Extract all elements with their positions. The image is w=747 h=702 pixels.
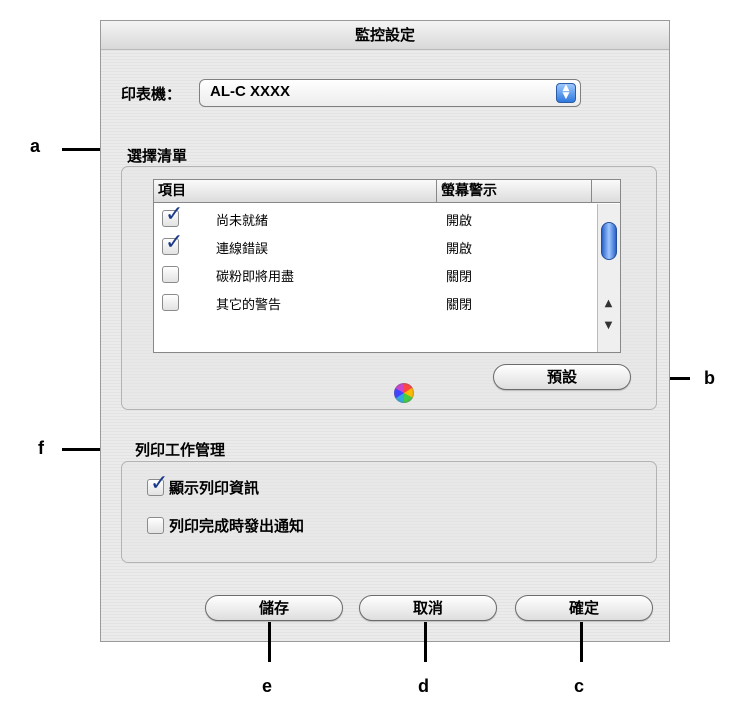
notify-on-complete-label: 列印完成時發出通知	[169, 517, 305, 535]
show-print-info-label: 顯示列印資訊	[169, 479, 260, 497]
show-print-info-checkbox[interactable]: ✓	[147, 471, 168, 496]
column-header-item[interactable]: 項目	[154, 180, 437, 202]
notify-on-complete-checkbox[interactable]	[147, 517, 164, 534]
row-item-name: 連線錯誤	[216, 242, 269, 257]
popup-arrows-icon: ▲ ▼	[556, 83, 576, 103]
ok-button[interactable]: 確定	[515, 595, 653, 621]
printer-select-value: AL-C XXXX	[210, 83, 291, 100]
list-row[interactable]: 其它的警告 關閉	[154, 288, 594, 316]
row-checkbox[interactable]	[162, 294, 179, 311]
row-item-name: 尚未就緒	[216, 214, 269, 229]
show-print-info-option[interactable]: ✓ 顯示列印資訊	[147, 471, 447, 499]
row-item-name: 碳粉即將用盡	[216, 270, 295, 285]
callout-e-line	[268, 622, 271, 662]
checkmark-icon: ✓	[165, 230, 184, 255]
alert-list: 項目 螢幕警示 ✓ 尚未就緒 開啟 ✓ 連線錯誤 開啟 碳粉即將用盡 關閉 其它…	[153, 179, 621, 353]
row-checkbox[interactable]	[162, 266, 179, 283]
scroll-up-arrow-icon[interactable]: ▲	[601, 296, 616, 312]
list-row[interactable]: 碳粉即將用盡 關閉	[154, 260, 594, 288]
job-management-title: 列印工作管理	[135, 441, 226, 459]
row-item-name: 其它的警告	[216, 298, 282, 313]
callout-f: f	[38, 438, 44, 458]
callout-a: a	[30, 136, 41, 156]
dialog-title: 監控設定	[101, 21, 669, 50]
list-header: 項目 螢幕警示	[154, 180, 620, 203]
callout-b: b	[704, 368, 715, 388]
column-header-alert[interactable]: 螢幕警示	[437, 180, 592, 202]
row-alert-state: 關閉	[446, 298, 473, 313]
row-alert-state: 開啟	[446, 214, 473, 229]
callout-c-line	[580, 622, 583, 662]
default-button[interactable]: 預設	[493, 364, 631, 390]
checkmark-icon: ✓	[165, 202, 184, 227]
row-checkbox[interactable]: ✓	[162, 230, 183, 255]
scroll-thumb[interactable]	[601, 222, 617, 260]
row-alert-state: 關閉	[446, 270, 473, 285]
printer-select[interactable]: AL-C XXXX ▲ ▼	[199, 79, 581, 107]
callout-c: c	[574, 676, 585, 696]
save-button[interactable]: 儲存	[205, 595, 343, 621]
callout-e: e	[262, 676, 273, 696]
callout-d-line	[424, 622, 427, 662]
list-row[interactable]: ✓ 連線錯誤 開啟	[154, 230, 594, 260]
select-list-title: 選擇清單	[127, 147, 188, 165]
notify-on-complete-option[interactable]: 列印完成時發出通知	[147, 515, 447, 537]
row-checkbox[interactable]: ✓	[162, 202, 183, 227]
callout-d: d	[418, 676, 429, 696]
monitor-settings-dialog: 監控設定 印表機： AL-C XXXX ▲ ▼ 選擇清單 項目 螢幕警示 ✓ 尚未…	[100, 20, 670, 642]
progress-spinner-icon	[394, 383, 414, 403]
cancel-button[interactable]: 取消	[359, 595, 497, 621]
list-row[interactable]: ✓ 尚未就緒 開啟	[154, 202, 594, 232]
scroll-down-arrow-icon[interactable]: ▼	[601, 318, 616, 334]
list-scrollbar[interactable]: ▲ ▼	[597, 204, 620, 352]
checkmark-icon: ✓	[150, 471, 169, 496]
printer-label: 印表機：	[121, 85, 182, 103]
row-alert-state: 開啟	[446, 242, 473, 257]
